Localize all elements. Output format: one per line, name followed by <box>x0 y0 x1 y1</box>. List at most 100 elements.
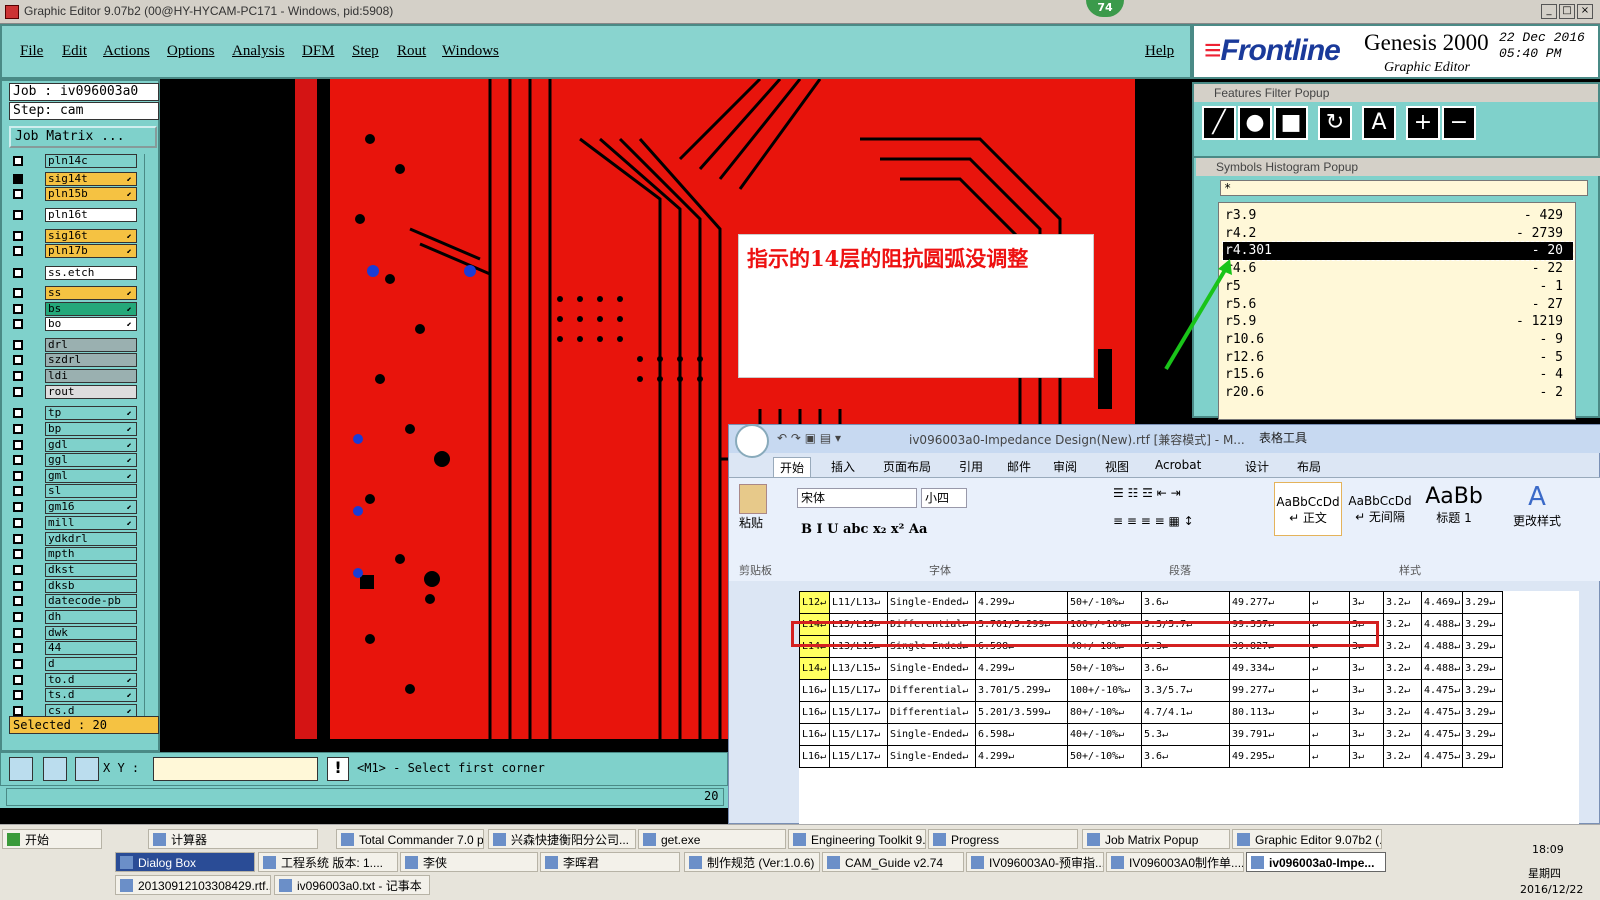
layer-name[interactable]: szdrl <box>45 353 137 367</box>
taskbar-item[interactable]: IV096003A0-预审指... <box>966 852 1104 872</box>
symbol-row[interactable]: r20.6 - 2 <box>1223 384 1573 402</box>
layer-row-bp[interactable]: bp ⬋ <box>9 422 141 436</box>
layer-name[interactable]: bp ⬋ <box>45 422 137 436</box>
layer-checkbox[interactable] <box>13 706 23 716</box>
quick-access-icons[interactable]: ↶ ↷ ▣ ▤ ▾ <box>777 431 841 445</box>
layer-row-dh[interactable]: dh <box>9 610 141 624</box>
taskbar-item[interactable]: 20130912103308429.rtf... <box>115 875 271 895</box>
layer-name[interactable]: drl <box>45 338 137 352</box>
layer-row-mill[interactable]: mill ⬋ <box>9 516 141 530</box>
layer-checkbox[interactable] <box>13 340 23 350</box>
layer-row-pln17b[interactable]: pln17b ⬋ <box>9 244 141 258</box>
layer-name[interactable]: gdl ⬋ <box>45 438 137 452</box>
layer-row-gml[interactable]: gml ⬋ <box>9 469 141 483</box>
layer-row-bs[interactable]: bs ⬋ <box>9 302 141 316</box>
taskbar-item[interactable]: IV096003A0制作单.... <box>1106 852 1244 872</box>
job-matrix-button[interactable]: Job Matrix ... <box>9 126 157 148</box>
layer-row-rout[interactable]: rout <box>9 385 141 399</box>
layer-row-to.d[interactable]: to.d ⬋ <box>9 673 141 687</box>
taskbar-item[interactable]: Dialog Box <box>115 852 255 872</box>
layer-checkbox[interactable] <box>13 440 23 450</box>
font-format-icons[interactable]: B I U abc x₂ x² Aa <box>801 522 927 537</box>
layer-name[interactable]: bo ⬋ <box>45 317 137 331</box>
measure-tool-icon[interactable] <box>43 757 67 781</box>
font-name-select[interactable]: 宋体 <box>797 488 917 508</box>
menu-file[interactable]: File <box>20 43 43 60</box>
font-size-select[interactable]: 小四 <box>921 488 967 508</box>
taskbar-item[interactable]: 李晖君 <box>540 852 680 872</box>
taskbar-item[interactable]: iv096003a0-Impe... <box>1246 852 1386 872</box>
layer-row-bo[interactable]: bo ⬋ <box>9 317 141 331</box>
layer-name[interactable]: pln17b ⬋ <box>45 244 137 258</box>
taskbar-item[interactable]: iv096003a0.txt - 记事本 <box>274 875 430 895</box>
layer-checkbox[interactable] <box>13 371 23 381</box>
change-styles-button[interactable]: A 更改样式 <box>1507 482 1567 536</box>
layer-checkbox[interactable] <box>13 659 23 669</box>
layer-name[interactable]: bs ⬋ <box>45 302 137 316</box>
layer-checkbox[interactable] <box>13 455 23 465</box>
menu-options[interactable]: Options <box>167 43 215 60</box>
ribbon-tab[interactable]: 设计 <box>1239 457 1275 476</box>
layer-checkbox[interactable] <box>13 189 23 199</box>
close-button[interactable]: × <box>1577 4 1593 19</box>
surface-filter-icon[interactable]: ■ <box>1274 106 1308 140</box>
layer-checkbox[interactable] <box>13 387 23 397</box>
menu-step[interactable]: Step <box>352 43 379 60</box>
menu-help[interactable]: Help <box>1145 43 1174 60</box>
layer-row-gm16[interactable]: gm16 ⬋ <box>9 500 141 514</box>
layer-name[interactable]: sig16t ⬋ <box>45 229 137 243</box>
menu-edit[interactable]: Edit <box>62 43 87 60</box>
layer-checkbox[interactable] <box>13 565 23 575</box>
ribbon-tab[interactable]: 插入 <box>825 457 861 476</box>
layer-checkbox[interactable] <box>13 304 23 314</box>
layer-row-tp[interactable]: tp ⬋ <box>9 406 141 420</box>
ribbon-tab[interactable]: Acrobat <box>1149 457 1207 473</box>
layer-checkbox[interactable] <box>13 268 23 278</box>
taskbar-item[interactable]: Progress <box>928 829 1078 849</box>
layer-checkbox[interactable] <box>13 628 23 638</box>
taskbar-item[interactable]: 制作规范 (Ver:1.0.6) <box>684 852 820 872</box>
layer-checkbox[interactable] <box>13 581 23 591</box>
menu-analysis[interactable]: Analysis <box>232 43 285 60</box>
layer-row-ss[interactable]: ss ⬋ <box>9 286 141 300</box>
symbol-row[interactable]: r4.6- 22 <box>1223 260 1573 278</box>
taskbar-item[interactable]: Engineering Toolkit 9.0... <box>788 829 926 849</box>
ribbon-tab[interactable]: 邮件 <box>1001 457 1037 476</box>
layer-name[interactable]: d <box>45 657 137 671</box>
menu-rout[interactable]: Rout <box>397 43 426 60</box>
taskbar-item[interactable]: Total Commander 7.0 p... <box>336 829 484 849</box>
layer-row-sig14t[interactable]: sig14t ⬋ <box>9 172 141 186</box>
layer-row-pln16t[interactable]: pln16t <box>9 208 141 222</box>
taskbar-item[interactable]: Graphic Editor 9.07b2 (... <box>1232 829 1382 849</box>
layer-name[interactable]: mpth <box>45 547 137 561</box>
layer-name[interactable]: dwk <box>45 626 137 640</box>
layer-name[interactable]: sl <box>45 484 137 498</box>
layer-checkbox[interactable] <box>13 355 23 365</box>
paragraph-icons[interactable]: ☰ ☷ ☲ ⇤ ⇥ ≡ ≡ ≡ ≡ ▦ ↕ <box>1113 486 1263 546</box>
paste-button[interactable]: 粘贴 <box>739 484 775 544</box>
layer-name[interactable]: ydkdrl <box>45 532 137 546</box>
layer-checkbox[interactable] <box>13 174 23 184</box>
taskbar-item[interactable]: 计算器 <box>148 829 318 849</box>
taskbar-item[interactable]: 工程系统 版本: 1.... <box>258 852 398 872</box>
menu-windows[interactable]: Windows <box>442 43 499 60</box>
layer-row-44[interactable]: 44 <box>9 641 141 655</box>
taskbar-item[interactable]: 兴森快捷衡阳分公司... <box>488 829 636 849</box>
layer-row-dksb[interactable]: dksb <box>9 579 141 593</box>
layer-row-mpth[interactable]: mpth <box>9 547 141 561</box>
layer-checkbox[interactable] <box>13 534 23 544</box>
layer-name[interactable]: ss ⬋ <box>45 286 137 300</box>
layer-name[interactable]: to.d ⬋ <box>45 673 137 687</box>
layer-row-sig16t[interactable]: sig16t ⬋ <box>9 229 141 243</box>
layer-checkbox[interactable] <box>13 210 23 220</box>
layer-name[interactable]: sig14t ⬋ <box>45 172 137 186</box>
symbol-filter-input[interactable]: * <box>1220 180 1588 196</box>
symbol-row[interactable]: r5.9- 1219 <box>1223 313 1573 331</box>
layer-name[interactable]: tp ⬋ <box>45 406 137 420</box>
layer-name[interactable]: dkst <box>45 563 137 577</box>
symbol-row[interactable]: r3.9 - 429 <box>1223 207 1573 225</box>
layer-name[interactable]: dksb <box>45 579 137 593</box>
layer-checkbox[interactable] <box>13 288 23 298</box>
layer-name[interactable]: rout <box>45 385 137 399</box>
layer-row-datecode-pb[interactable]: datecode-pb <box>9 594 141 608</box>
